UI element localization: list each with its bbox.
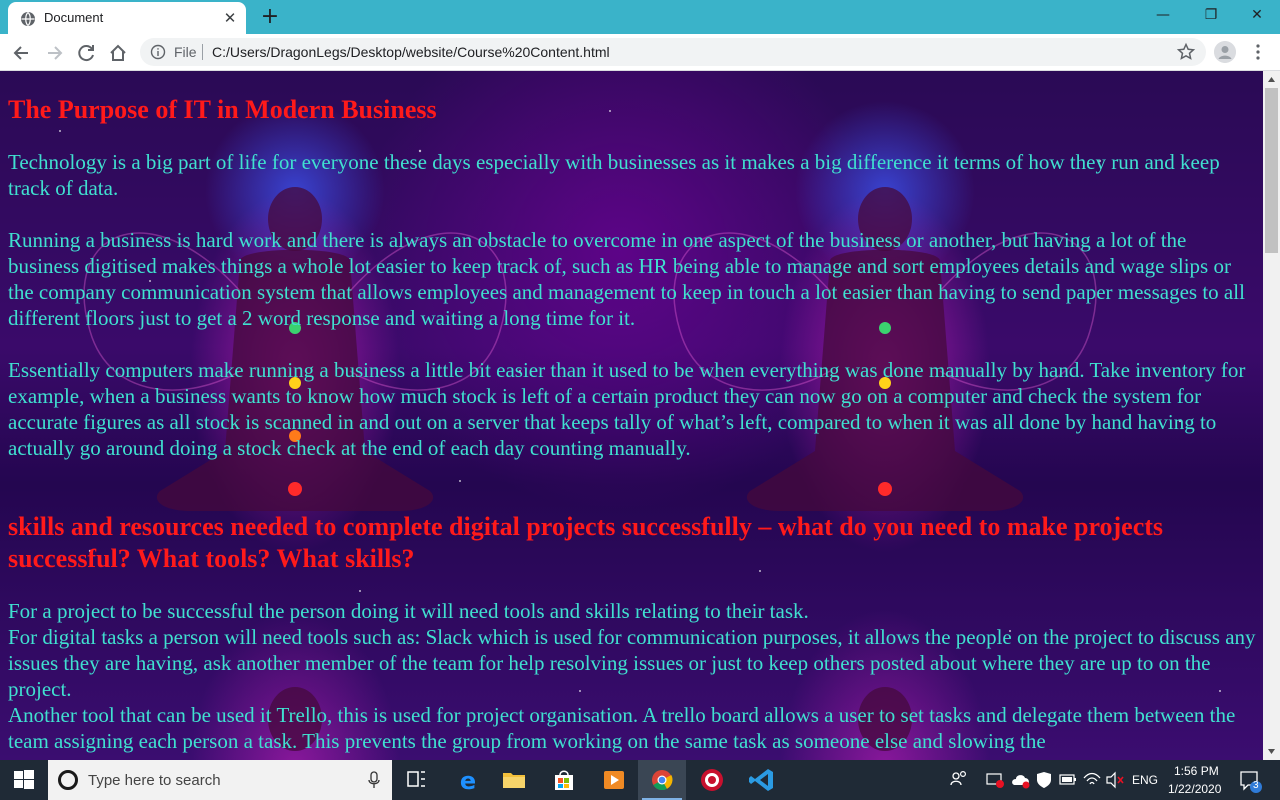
paragraph-computers: Essentially computers make running a bus… bbox=[8, 358, 1246, 460]
page-viewport: The Purpose of IT in Modern Business Tec… bbox=[0, 71, 1263, 760]
paragraph-running-business: Running a business is hard work and ther… bbox=[8, 228, 1245, 330]
paragraph-slack: For digital tasks a person will need too… bbox=[8, 625, 1256, 701]
address-bar[interactable]: File C:/Users/DragonLegs/Desktop/website… bbox=[140, 38, 1206, 66]
network-alert-icon[interactable] bbox=[984, 760, 1006, 800]
back-arrow-icon[interactable] bbox=[8, 39, 36, 67]
clock-date[interactable]: 1/22/2020 bbox=[1168, 782, 1221, 796]
wifi-icon[interactable] bbox=[1082, 760, 1102, 800]
volume-muted-icon[interactable] bbox=[1104, 760, 1126, 800]
vscode-icon[interactable] bbox=[738, 760, 786, 800]
file-explorer-icon[interactable] bbox=[490, 760, 538, 800]
new-tab-button[interactable]: + bbox=[258, 6, 282, 28]
paragraph-technology: Technology is a big part of life for eve… bbox=[8, 150, 1220, 200]
microphone-icon[interactable] bbox=[368, 771, 380, 789]
task-view-icon[interactable] bbox=[392, 760, 440, 800]
reload-icon[interactable] bbox=[72, 39, 100, 67]
chrome-taskbar-button[interactable] bbox=[638, 760, 686, 800]
address-divider bbox=[202, 44, 203, 60]
windows-start-icon[interactable] bbox=[0, 760, 48, 800]
minimize-button[interactable]: — bbox=[1140, 0, 1186, 30]
browser-toolbar: File C:/Users/DragonLegs/Desktop/website… bbox=[0, 34, 1280, 71]
browser-tab-strip: Document ✕ + — ❐ ✕ bbox=[0, 0, 1280, 34]
close-window-button[interactable]: ✕ bbox=[1234, 0, 1280, 30]
defender-shield-icon[interactable] bbox=[1034, 760, 1054, 800]
people-icon[interactable] bbox=[948, 760, 970, 800]
page-heading: The Purpose of IT in Modern Business bbox=[8, 95, 437, 124]
home-icon[interactable] bbox=[104, 39, 132, 67]
battery-icon[interactable] bbox=[1058, 760, 1078, 800]
tab-close-icon[interactable]: ✕ bbox=[222, 10, 238, 26]
language-indicator[interactable]: ENG bbox=[1132, 773, 1158, 787]
chrome-icon bbox=[652, 770, 673, 791]
globe-icon bbox=[21, 12, 35, 26]
info-icon[interactable] bbox=[150, 44, 166, 60]
clock-time[interactable]: 1:56 PM bbox=[1174, 764, 1219, 778]
scroll-down-arrow-icon[interactable] bbox=[1263, 743, 1280, 760]
cloud-sync-icon[interactable] bbox=[1010, 760, 1032, 800]
taskbar-search-box[interactable]: Type here to search bbox=[48, 760, 392, 800]
paragraph-project-success: For a project to be successful the perso… bbox=[8, 599, 809, 623]
url-text[interactable]: C:/Users/DragonLegs/Desktop/website/Cour… bbox=[212, 44, 610, 60]
svg-text:e: e bbox=[460, 767, 476, 795]
tab-title: Document bbox=[44, 10, 104, 25]
search-placeholder: Type here to search bbox=[88, 772, 221, 789]
browser-tab[interactable]: Document ✕ bbox=[8, 2, 246, 34]
security-app-icon[interactable] bbox=[688, 760, 736, 800]
scheme-label: File bbox=[174, 44, 197, 60]
restore-button[interactable]: ❐ bbox=[1188, 0, 1234, 30]
cortana-icon bbox=[58, 770, 78, 790]
scroll-up-arrow-icon[interactable] bbox=[1263, 71, 1280, 88]
scrollbar-thumb[interactable] bbox=[1265, 88, 1278, 253]
vertical-scrollbar[interactable] bbox=[1263, 71, 1280, 760]
profile-avatar-icon[interactable] bbox=[1214, 41, 1236, 63]
store-icon[interactable] bbox=[540, 760, 588, 800]
windows-taskbar: Type here to search e ENG 1:56 PM 1/22/2… bbox=[0, 760, 1280, 800]
paragraph-trello: Another tool that can be used it Trello,… bbox=[8, 703, 1236, 753]
section-heading-skills: skills and resources needed to complete … bbox=[8, 512, 1164, 573]
bookmark-star-icon[interactable] bbox=[1176, 42, 1196, 62]
edge-browser-icon[interactable]: e bbox=[444, 760, 492, 800]
notification-count-badge: 3 bbox=[1253, 780, 1259, 791]
menu-dots-icon[interactable] bbox=[1250, 41, 1266, 63]
forward-arrow-icon[interactable] bbox=[40, 39, 68, 67]
media-player-icon[interactable] bbox=[590, 760, 638, 800]
